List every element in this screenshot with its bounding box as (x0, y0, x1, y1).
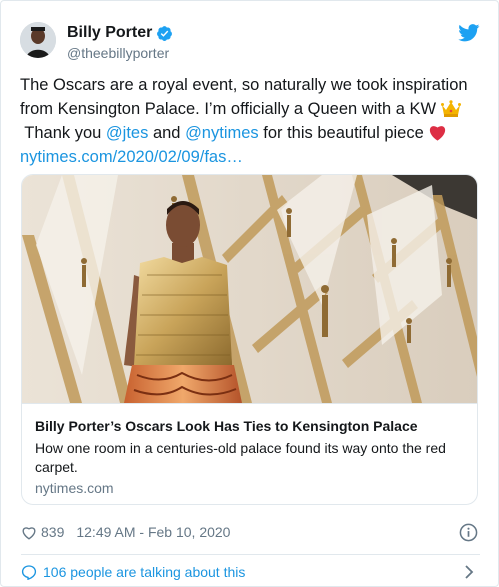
tweet-timestamp[interactable]: 12:49 AM - Feb 10, 2020 (76, 524, 230, 540)
heart-icon[interactable] (21, 525, 37, 540)
speech-bubble-icon (21, 565, 37, 580)
avatar[interactable] (20, 22, 56, 58)
twitter-bird-icon[interactable] (458, 24, 480, 42)
card-domain: nytimes.com (35, 480, 114, 496)
mention-nytimes-link[interactable]: @nytimes (185, 124, 259, 142)
card-title[interactable]: Billy Porter’s Oscars Look Has Ties to K… (35, 418, 418, 434)
article-url-link[interactable]: nytimes.com/2020/02/09/fas… (20, 145, 482, 169)
chevron-right-icon[interactable] (464, 564, 474, 580)
mention-jtes-link[interactable]: @jtes (106, 124, 148, 142)
red-heart-emoji-icon (430, 126, 446, 141)
display-name[interactable]: Billy Porter (67, 23, 152, 43)
divider (21, 554, 480, 555)
verified-badge-icon (157, 26, 172, 41)
card-body[interactable]: Billy Porter’s Oscars Look Has Ties to K… (22, 403, 477, 504)
username-handle[interactable]: @theebillyporter (67, 44, 169, 62)
tweet-text-line-1: The Oscars are a royal event, so natural… (20, 76, 468, 94)
tweet-meta: 839 12:49 AM - Feb 10, 2020 (21, 521, 230, 543)
tweet-text-line-3: Thank you @jtes and @nytimes for this be… (20, 121, 482, 145)
tweet-text-line-2: from Kensington Palace. I’m officially a… (20, 97, 482, 121)
tweet-text: The Oscars are a royal event, so natural… (20, 73, 482, 169)
tweet-text-segment: for this beautiful piece (258, 124, 424, 142)
tweet-text-line-2-text: from Kensington Palace. I’m officially a… (20, 100, 437, 118)
article-photo[interactable] (22, 175, 478, 403)
conversation-link[interactable]: 106 people are talking about this (21, 561, 480, 583)
tweet-text-segment: Thank you (20, 124, 106, 142)
like-count[interactable]: 839 (41, 524, 64, 540)
crown-emoji-icon (440, 100, 461, 117)
card-description: How one room in a centuries-old palace f… (35, 440, 446, 475)
info-icon[interactable] (459, 523, 478, 542)
tweet-embed: Billy Porter @theebillyporter The Oscars… (0, 0, 499, 587)
conversation-count-text[interactable]: 106 people are talking about this (43, 564, 245, 580)
tweet-text-segment: and (148, 124, 186, 142)
link-preview-card[interactable]: Billy Porter’s Oscars Look Has Ties to K… (21, 174, 478, 505)
